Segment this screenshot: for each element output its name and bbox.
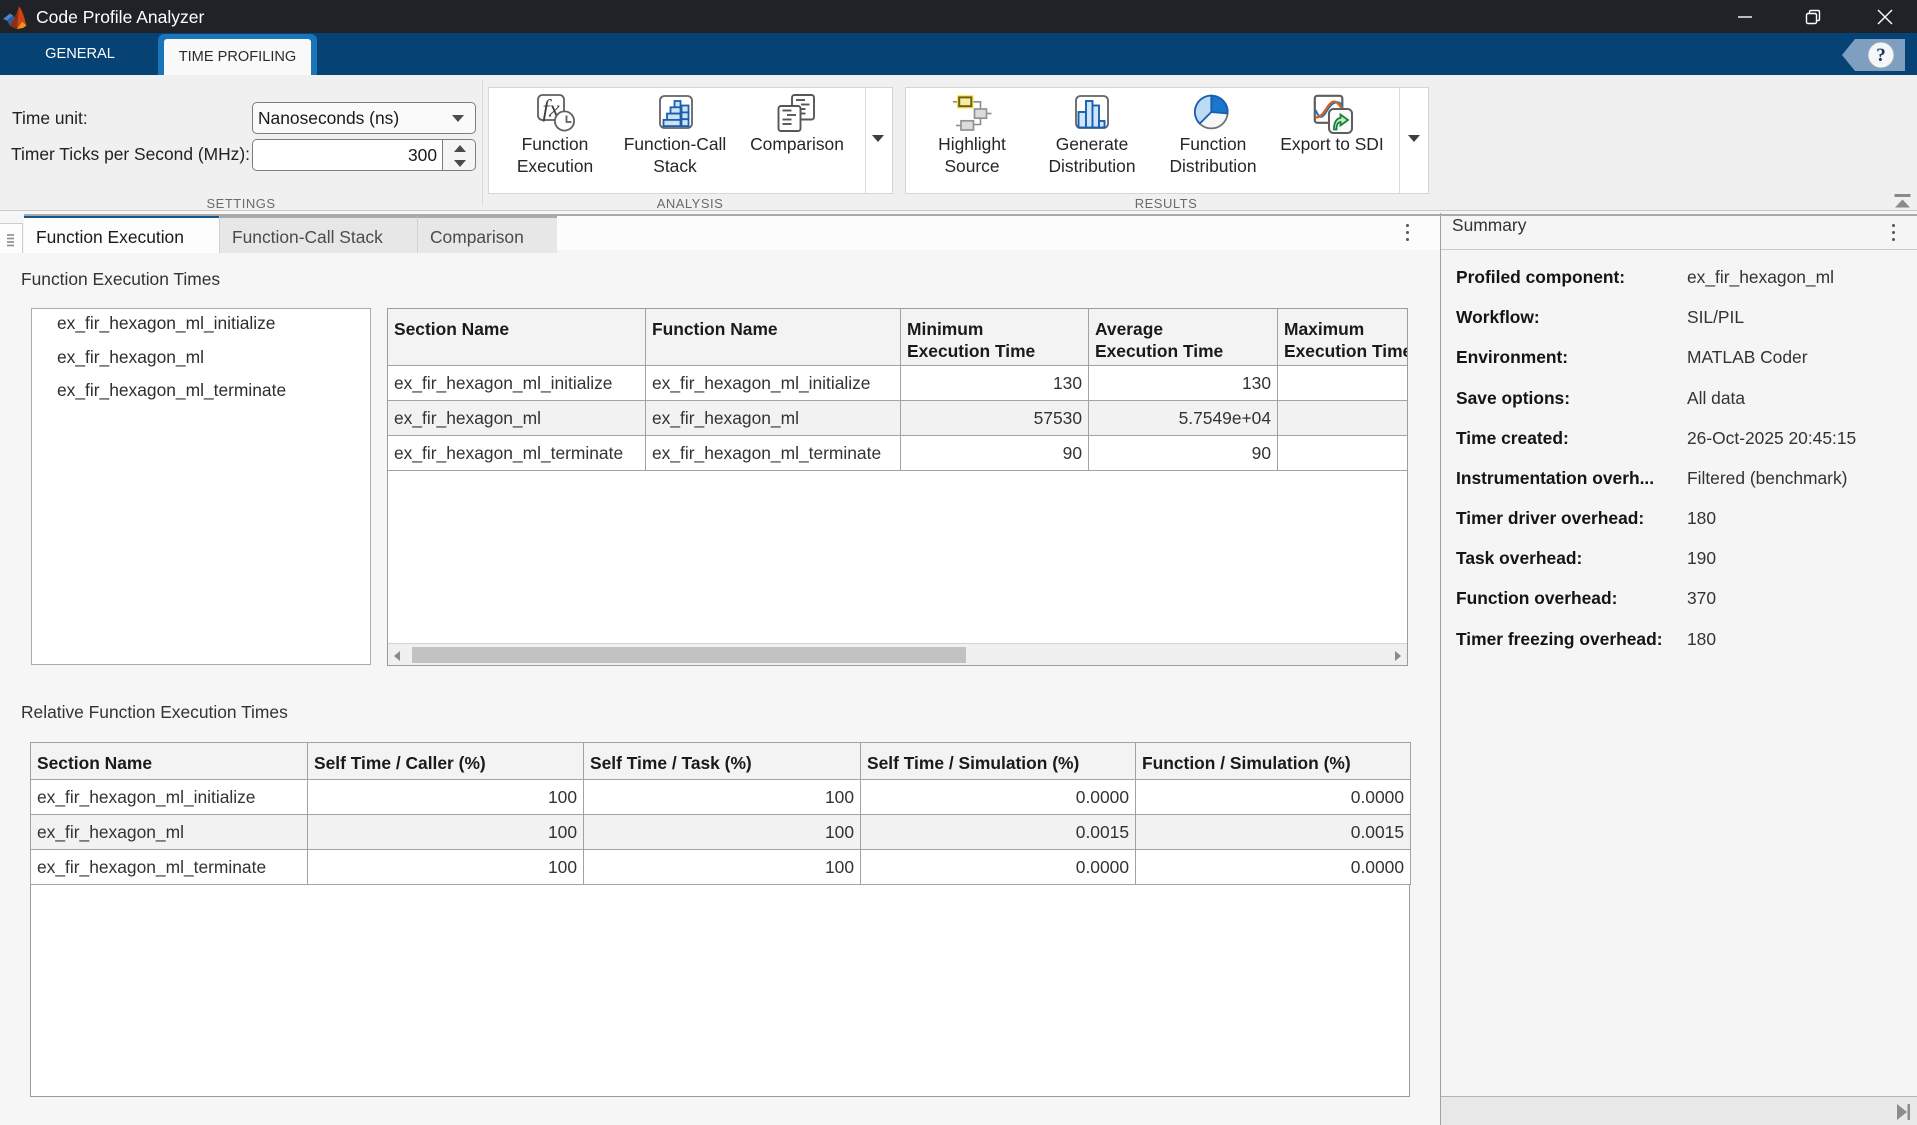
svg-text:?: ? [1876, 45, 1886, 66]
